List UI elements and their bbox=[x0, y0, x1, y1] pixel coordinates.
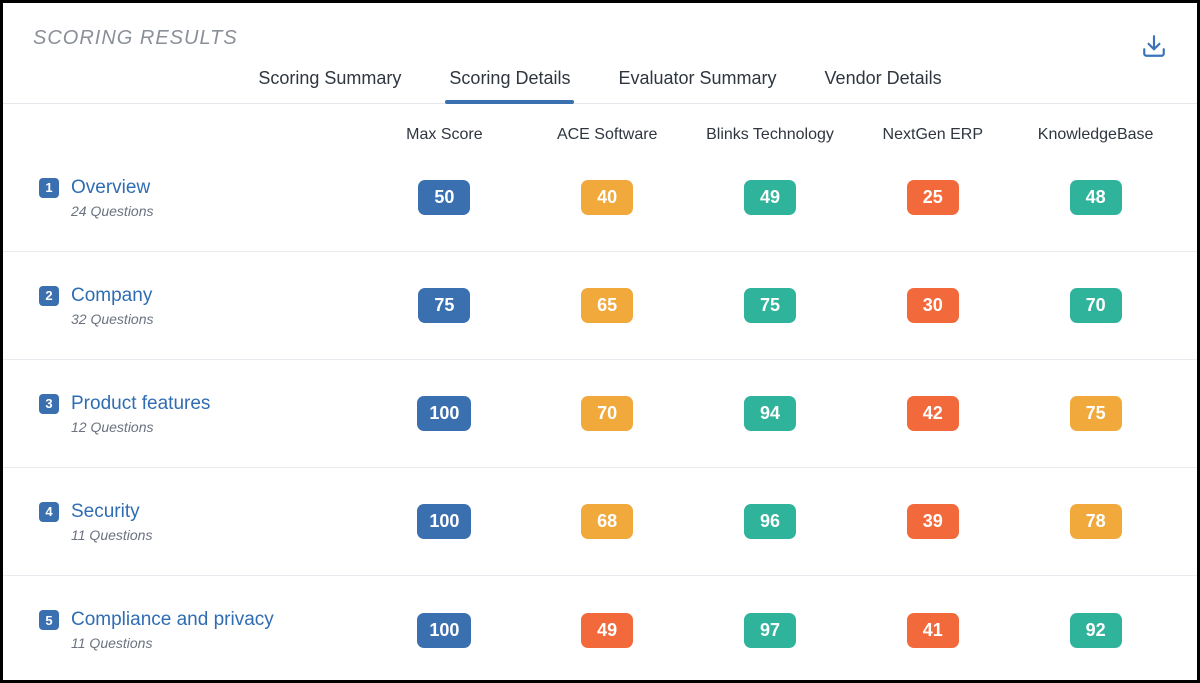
score-cell: 68 bbox=[526, 504, 689, 539]
score-cell: 41 bbox=[851, 613, 1014, 648]
category-index-badge: 1 bbox=[39, 178, 59, 198]
score-badge: 48 bbox=[1070, 180, 1122, 215]
tab-scoring-details[interactable]: Scoring Details bbox=[445, 58, 574, 103]
score-cell: 40 bbox=[526, 180, 689, 215]
page-title: SCORING RESULTS bbox=[33, 27, 238, 50]
score-cell: 50 bbox=[363, 180, 526, 215]
score-cell: 39 bbox=[851, 504, 1014, 539]
category-question-count: 11 Questions bbox=[71, 635, 152, 651]
category-index-badge: 3 bbox=[39, 394, 59, 414]
score-cell: 30 bbox=[851, 288, 1014, 323]
column-header: NextGen ERP bbox=[851, 126, 1014, 144]
score-cell: 75 bbox=[689, 288, 852, 323]
column-header: Blinks Technology bbox=[689, 126, 852, 144]
score-cell: 49 bbox=[526, 613, 689, 648]
score-badge: 39 bbox=[907, 504, 959, 539]
score-cell: 94 bbox=[689, 396, 852, 431]
app-frame: SCORING RESULTS Scoring Summary Scoring D… bbox=[0, 0, 1200, 683]
category-link[interactable]: Compliance and privacy bbox=[71, 609, 274, 631]
score-cell: 100 bbox=[363, 613, 526, 648]
category-cell: 2 Company 32 Questions bbox=[23, 285, 363, 327]
score-badge: 41 bbox=[907, 613, 959, 648]
score-badge: 75 bbox=[418, 288, 470, 323]
category-question-count: 24 Questions bbox=[71, 203, 154, 219]
score-badge: 42 bbox=[907, 396, 959, 431]
score-badge: 30 bbox=[907, 288, 959, 323]
category-link[interactable]: Security bbox=[71, 501, 140, 523]
category-link[interactable]: Company bbox=[71, 285, 152, 307]
column-headers: Max ScoreACE SoftwareBlinks TechnologyNe… bbox=[3, 104, 1197, 144]
score-badge: 100 bbox=[417, 504, 471, 539]
score-badge: 100 bbox=[417, 613, 471, 648]
column-header: ACE Software bbox=[526, 126, 689, 144]
category-question-count: 32 Questions bbox=[71, 311, 154, 327]
category-cell: 4 Security 11 Questions bbox=[23, 501, 363, 543]
score-badge: 100 bbox=[417, 396, 471, 431]
score-badge: 78 bbox=[1070, 504, 1122, 539]
category-question-count: 12 Questions bbox=[71, 419, 154, 435]
category-cell: 5 Compliance and privacy 11 Questions bbox=[23, 609, 363, 651]
score-cell: 42 bbox=[851, 396, 1014, 431]
score-badge: 70 bbox=[1070, 288, 1122, 323]
table-row: 5 Compliance and privacy 11 Questions 100 49… bbox=[3, 576, 1197, 683]
score-cell: 75 bbox=[363, 288, 526, 323]
header: SCORING RESULTS bbox=[3, 3, 1197, 64]
score-cell: 70 bbox=[1014, 288, 1177, 323]
score-cell: 48 bbox=[1014, 180, 1177, 215]
category-cell: 3 Product features 12 Questions bbox=[23, 393, 363, 435]
score-badge: 94 bbox=[744, 396, 796, 431]
category-cell: 1 Overview 24 Questions bbox=[23, 177, 363, 219]
score-badge: 68 bbox=[581, 504, 633, 539]
category-question-count: 11 Questions bbox=[71, 527, 152, 543]
tab-scoring-summary[interactable]: Scoring Summary bbox=[254, 58, 405, 103]
rows-container: 1Overview24 Questions50404925482Company3… bbox=[3, 144, 1197, 683]
table-row: 4 Security 11 Questions 100 68 96 39 78 bbox=[3, 468, 1197, 576]
score-cell: 75 bbox=[1014, 396, 1177, 431]
score-cell: 49 bbox=[689, 180, 852, 215]
score-badge: 96 bbox=[744, 504, 796, 539]
score-cell: 97 bbox=[689, 613, 852, 648]
score-badge: 92 bbox=[1070, 613, 1122, 648]
score-badge: 40 bbox=[581, 180, 633, 215]
score-badge: 65 bbox=[581, 288, 633, 323]
category-link[interactable]: Overview bbox=[71, 177, 150, 199]
score-cell: 92 bbox=[1014, 613, 1177, 648]
column-header: KnowledgeBase bbox=[1014, 126, 1177, 144]
score-badge: 75 bbox=[1070, 396, 1122, 431]
score-badge: 97 bbox=[744, 613, 796, 648]
tabs: Scoring Summary Scoring Details Evaluator … bbox=[3, 58, 1197, 104]
score-badge: 49 bbox=[744, 180, 796, 215]
score-badge: 49 bbox=[581, 613, 633, 648]
score-cell: 78 bbox=[1014, 504, 1177, 539]
category-index-badge: 5 bbox=[39, 610, 59, 630]
category-link[interactable]: Product features bbox=[71, 393, 210, 415]
tab-evaluator-summary[interactable]: Evaluator Summary bbox=[614, 58, 780, 103]
column-header: Max Score bbox=[363, 126, 526, 144]
category-index-badge: 2 bbox=[39, 286, 59, 306]
score-cell: 100 bbox=[363, 396, 526, 431]
table-row: 1 Overview 24 Questions 50 40 49 25 48 bbox=[3, 144, 1197, 252]
score-cell: 100 bbox=[363, 504, 526, 539]
tab-vendor-details[interactable]: Vendor Details bbox=[821, 58, 946, 103]
category-index-badge: 4 bbox=[39, 502, 59, 522]
score-cell: 25 bbox=[851, 180, 1014, 215]
score-cell: 70 bbox=[526, 396, 689, 431]
table-row: 2 Company 32 Questions 75 65 75 30 70 bbox=[3, 252, 1197, 360]
score-badge: 75 bbox=[744, 288, 796, 323]
table-row: 3 Product features 12 Questions 100 70 94 42 75 bbox=[3, 360, 1197, 468]
download-icon[interactable] bbox=[1141, 33, 1167, 64]
score-badge: 50 bbox=[418, 180, 470, 215]
score-cell: 65 bbox=[526, 288, 689, 323]
score-cell: 96 bbox=[689, 504, 852, 539]
score-badge: 25 bbox=[907, 180, 959, 215]
score-badge: 70 bbox=[581, 396, 633, 431]
